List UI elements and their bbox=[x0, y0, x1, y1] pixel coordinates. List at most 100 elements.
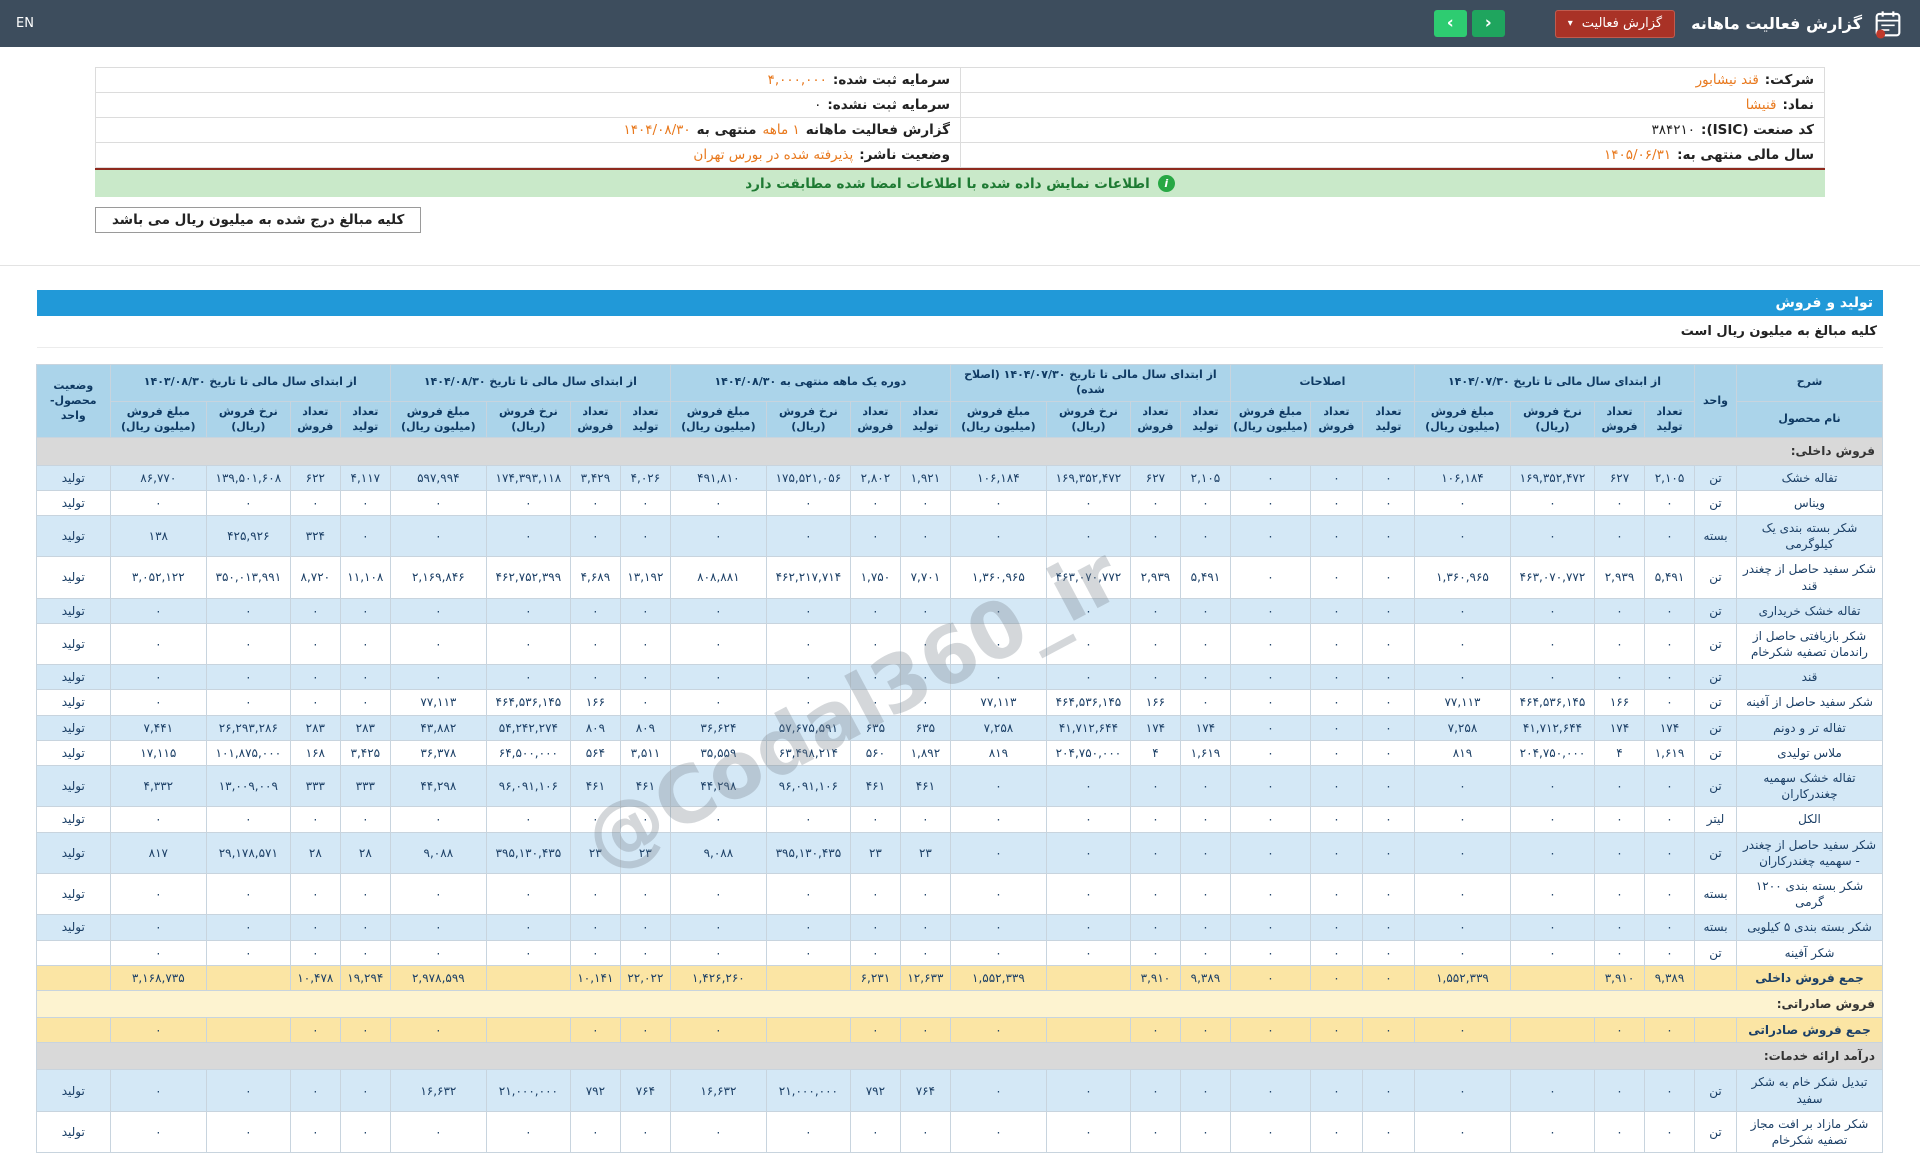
value-cell: ۰ bbox=[389, 597, 487, 624]
value-cell: ۰ bbox=[1361, 597, 1415, 624]
value-cell: ۰ bbox=[849, 806, 901, 833]
col-group-period-0: از ابتدای سال مالی تا تاریخ ۱۴۰۴/۰۷/۳۰ bbox=[1413, 364, 1696, 402]
col-sub-header: تعداد تولید bbox=[339, 400, 391, 439]
value-cell: ۰ bbox=[669, 597, 767, 624]
value-cell: ۵۴,۲۴۲,۲۷۴ bbox=[485, 714, 571, 741]
col-sub-header: تعداد تولید bbox=[1644, 400, 1695, 439]
value-cell: ۰ bbox=[949, 664, 1047, 691]
status-cell: تولید bbox=[35, 664, 111, 691]
value-cell: ۰ bbox=[949, 806, 1047, 833]
value-cell: ۰ bbox=[1129, 1110, 1181, 1153]
value-cell: ۰ bbox=[1309, 597, 1363, 624]
value-cell: ۴,۳۳۲ bbox=[109, 764, 207, 808]
chevron-left-icon: ‹ bbox=[1484, 12, 1492, 33]
language-toggle[interactable]: EN bbox=[16, 16, 34, 31]
value-cell: ۲۳ bbox=[619, 831, 671, 874]
value-cell: ۳,۱۶۸,۷۳۵ bbox=[109, 964, 207, 991]
value-cell: ۱,۳۶۰,۹۶۵ bbox=[1413, 556, 1512, 599]
value-cell: ۰ bbox=[849, 664, 901, 691]
value-cell: ۰ bbox=[619, 597, 671, 624]
product-name-cell: قند bbox=[1736, 664, 1883, 691]
value-cell: ۰ bbox=[1594, 1069, 1645, 1112]
product-row: شکر بازیافتی حاصل از راندمان تصفیه شکرخا… bbox=[35, 622, 1883, 666]
value-cell: ۰ bbox=[485, 872, 571, 916]
next-report-button[interactable]: › bbox=[1433, 10, 1467, 37]
value-cell: ۱۰,۴۷۸ bbox=[289, 964, 341, 991]
value-cell: ۱۷۴,۳۹۳,۱۱۸ bbox=[485, 464, 571, 491]
unit-cell: تن bbox=[1694, 689, 1737, 716]
value-cell: ۰ bbox=[1179, 597, 1231, 624]
section-row: فروش داخلی: bbox=[35, 437, 1884, 466]
value-cell: ۰ bbox=[1229, 1069, 1311, 1112]
unit-cell: بسته bbox=[1694, 514, 1737, 558]
unregistered-capital-label: سرمایه ثبت نشده: bbox=[827, 97, 950, 113]
value-cell: ۰ bbox=[339, 664, 391, 691]
status-cell bbox=[35, 1017, 111, 1044]
product-row: قند تن ۰ ۰ ۰ ۰ ۰ ۰ ۰ ۰ ۰ ۰ ۰ ۰ ۰ ۰ ۰ ۰ ۰ ۰ ۰ ۰ ۰ ۰ ۰ تولید bbox=[35, 664, 1883, 691]
status-cell: تولید bbox=[35, 806, 111, 833]
value-cell: ۴۳,۸۸۲ bbox=[389, 714, 487, 741]
value-cell: ۳۵۰,۰۱۳,۹۹۱ bbox=[205, 556, 291, 599]
value-cell: ۰ bbox=[339, 597, 391, 624]
value-cell: ۵,۴۹۱ bbox=[1179, 556, 1231, 599]
report-type-dropdown-label: گزارش فعالیت bbox=[1581, 16, 1663, 31]
value-cell: ۰ bbox=[1129, 597, 1181, 624]
col-sub-header: نرخ فروش (ریال) bbox=[1510, 400, 1595, 439]
value-cell: ۰ bbox=[289, 872, 341, 916]
fiscal-year-value: ۱۴۰۵/۰۶/۳۱ bbox=[1603, 147, 1672, 163]
product-row: شکر سفید حاصل از چغندر قند تن ۵,۴۹۱ ۲,۹۳۹ ۴۶… bbox=[35, 556, 1883, 599]
value-cell: ۱۷,۱۱۵ bbox=[109, 739, 207, 767]
value-cell: ۰ bbox=[1309, 939, 1363, 966]
status-cell: تولید bbox=[35, 489, 111, 516]
report-type-dropdown[interactable]: گزارش فعالیت ▾ bbox=[1554, 9, 1676, 38]
value-cell: ۰ bbox=[1510, 939, 1595, 966]
previous-report-button[interactable]: ‹ bbox=[1471, 10, 1505, 37]
chevron-down-icon: ▾ bbox=[1567, 17, 1573, 29]
value-cell: ۱۰۱,۸۷۵,۰۰۰ bbox=[205, 739, 291, 767]
value-cell: ۰ bbox=[1510, 764, 1595, 808]
product-name-cell: شکر بسته بندی ۵ کیلویی bbox=[1736, 914, 1883, 941]
value-cell: ۰ bbox=[569, 1110, 621, 1153]
value-cell: ۰ bbox=[1179, 914, 1231, 941]
value-cell: ۰ bbox=[205, 1069, 291, 1112]
value-cell: ۰ bbox=[1413, 1017, 1512, 1044]
col-sub-header: نرخ فروش (ریال) bbox=[485, 400, 571, 439]
symbol-link[interactable]: قنیشا bbox=[1746, 97, 1777, 113]
value-cell: ۰ bbox=[765, 597, 851, 624]
value-cell: ۶۳۵ bbox=[899, 714, 951, 741]
info-icon: i bbox=[1157, 175, 1175, 192]
value-cell: ۲,۹۳۹ bbox=[1594, 556, 1645, 599]
unit-cell: تن bbox=[1694, 489, 1737, 516]
value-cell: ۰ bbox=[1179, 622, 1231, 666]
value-cell: ۰ bbox=[1179, 831, 1231, 874]
value-cell: ۳۲۴ bbox=[289, 514, 341, 558]
value-cell: ۰ bbox=[1229, 914, 1311, 941]
column-header-text: مبلغ فروش bbox=[966, 404, 1031, 418]
value-cell: ۰ bbox=[1229, 964, 1311, 991]
value-cell: ۰ bbox=[899, 597, 951, 624]
product-name-cell: شکر بازیافتی حاصل از راندمان تصفیه شکرخا… bbox=[1736, 622, 1883, 666]
value-cell: ۰ bbox=[1309, 764, 1363, 808]
value-cell: ۵,۴۹۱ bbox=[1644, 556, 1695, 599]
amounts-note-row: کلیه مبالغ درج شده به میلیون ریال می باش… bbox=[95, 207, 1825, 233]
value-cell: ۰ bbox=[109, 664, 207, 691]
unit-cell: تن bbox=[1694, 714, 1737, 741]
report-table-head: شرح واحد از ابتدای سال مالی تا تاریخ ۱۴۰۴/… bbox=[35, 363, 1883, 439]
production-sales-section: تولید و فروش کلیه مبالغ به میلیون ریال ا… bbox=[35, 290, 1884, 1153]
unit-cell: بسته bbox=[1694, 914, 1737, 941]
value-cell: ۰ bbox=[485, 914, 571, 941]
value-cell: ۱۶۸ bbox=[289, 739, 341, 767]
value-cell: ۰ bbox=[205, 914, 291, 941]
product-name-cell: تبدیل شکر خام به شکر سفید bbox=[1736, 1069, 1883, 1112]
value-cell: ۱۱,۱۰۸ bbox=[339, 556, 391, 599]
value-cell: ۱۶۹,۳۵۲,۴۷۲ bbox=[1045, 464, 1131, 491]
value-cell: ۰ bbox=[849, 939, 901, 966]
value-cell: ۴۶۴,۵۳۶,۱۴۵ bbox=[485, 689, 571, 716]
value-cell: ۰ bbox=[1594, 939, 1645, 966]
col-sub-header: مبلغ فروش (میلیون ریال) bbox=[1413, 400, 1512, 439]
company-name-link[interactable]: قند نیشابور bbox=[1696, 72, 1759, 88]
value-cell: ۲۸۳ bbox=[339, 714, 391, 741]
product-name-cell: شکر بسته بندی ۱۲۰۰ گرمی bbox=[1736, 872, 1883, 916]
col-unit: واحد bbox=[1694, 363, 1737, 439]
value-cell: ۰ bbox=[619, 689, 671, 716]
